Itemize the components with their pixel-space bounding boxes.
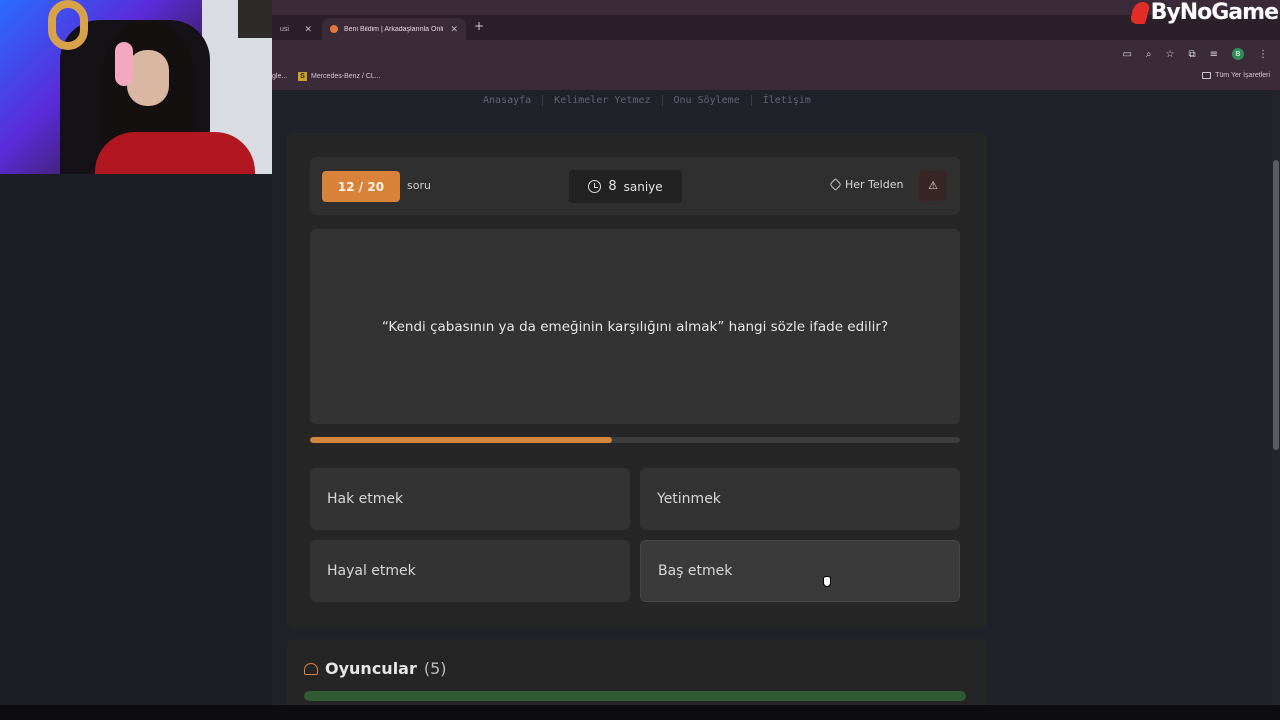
bookmark-item[interactable]: gle... [272,73,287,80]
address-icons: ▭ ⌕ ☆ ⧉ ≡ B ⋮ [1122,48,1268,60]
tab-label: Beni Bildim | Arkadaşlarınla Onli [344,25,444,33]
category-badge: Her Telden [829,178,904,191]
players-title: Oyuncular [325,659,417,678]
timer-value: 8 [608,179,617,194]
profile-avatar[interactable]: B [1232,48,1244,60]
report-button[interactable]: ⚠ [919,171,947,201]
extensions-icon[interactable]: ⧉ [1188,49,1195,60]
quiz-card: 12 / 20 soru 8 saniye Her Telden ⚠ “Kend… [287,133,987,628]
quiz-header: 12 / 20 soru 8 saniye Her Telden ⚠ [310,157,960,215]
question-counter: 12 / 20 [322,171,400,202]
mouse-cursor-icon [823,576,831,587]
all-bookmarks-label: Tüm Yer İşaretleri [1215,72,1270,79]
clock-icon [588,180,602,193]
browser-tab-inactive[interactable]: usi ✕ [272,18,320,40]
timer-unit: saniye [623,179,663,194]
media-icon[interactable]: ≡ [1210,49,1218,60]
folder-icon [1202,72,1212,79]
players-count: (5) [423,659,447,678]
players-header: Oyuncular (5) [304,659,447,678]
scrollbar-thumb[interactable] [1273,160,1279,450]
answer-option[interactable]: Hak etmek [310,468,630,530]
time-progress-bar [310,437,960,443]
address-row: ▭ ⌕ ☆ ⧉ ≡ B ⋮ [272,42,1280,68]
tag-icon [829,178,842,191]
nav-link-home[interactable]: Anasayfa [472,95,544,106]
tab-favicon-icon [330,25,338,33]
bottom-strip [0,705,1280,720]
player-row[interactable] [304,691,966,701]
cast-icon[interactable]: ▭ [1122,49,1131,60]
bookmark-favicon-icon: S [298,72,307,81]
page-scrollbar[interactable] [1272,90,1280,705]
bynogame-text: ByNoGame [1150,0,1279,25]
site-nav: Anasayfa Kelimeler Yetmez Onu Söyleme İl… [472,95,822,106]
bookmark-label: Mercedes-Benz / CL... [311,73,381,80]
nav-link-kelimeler[interactable]: Kelimeler Yetmez [543,95,663,106]
webcam-poster [238,0,272,38]
tab-close-icon[interactable]: ✕ [450,24,458,35]
webcam-overlay [0,0,272,174]
webcam-balloon [48,0,88,50]
time-progress-fill [310,437,613,443]
category-label: Her Telden [845,178,904,191]
page-content: Anasayfa Kelimeler Yetmez Onu Söyleme İl… [272,90,1272,719]
answer-option-hovered[interactable]: Baş etmek [640,540,960,602]
warning-icon: ⚠ [928,179,938,192]
star-icon[interactable]: ☆ [1166,49,1175,60]
browser-tab-active[interactable]: Beni Bildim | Arkadaşlarınla Onli ✕ [322,18,466,40]
users-icon [304,662,318,675]
bynogame-logo: ByNoGame [1128,0,1279,25]
answer-option[interactable]: Yetinmek [640,468,960,530]
menu-icon[interactable]: ⋮ [1258,49,1268,60]
nav-link-iletisim[interactable]: İletişim [752,95,822,106]
bookmark-item[interactable]: S Mercedes-Benz / CL... [298,72,381,81]
browser-tabstrip: usi ✕ Beni Bildim | Arkadaşlarınla Onli … [272,15,1280,40]
timer: 8 saniye [569,170,682,203]
bookmarks-bar: gle... S Mercedes-Benz / CL... Tüm Yer İ… [272,68,1280,88]
bynogame-mark-icon [1128,1,1151,24]
webcam-person [95,22,255,174]
zoom-icon[interactable]: ⌕ [1146,49,1152,60]
question-counter-suffix: soru [407,179,431,192]
new-tab-button[interactable]: + [474,19,484,33]
tab-label: usi [280,25,289,33]
answer-option[interactable]: Hayal etmek [310,540,630,602]
all-bookmarks[interactable]: Tüm Yer İşaretleri [1202,72,1270,79]
question-text: “Kendi çabasının ya da emeğinin karşılığ… [310,229,960,424]
tab-close-icon[interactable]: ✕ [304,24,312,35]
nav-link-onu-soyleme[interactable]: Onu Söyleme [663,95,752,106]
